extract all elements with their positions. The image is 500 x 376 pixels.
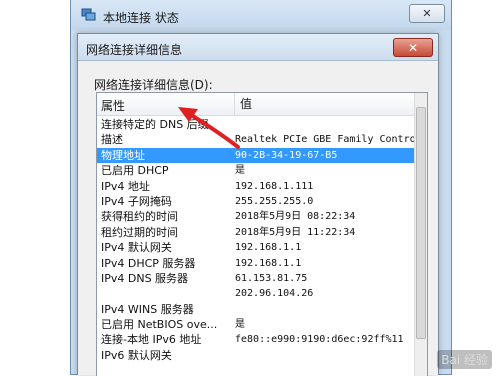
row-property: 连接-本地 IPv6 地址 (101, 333, 202, 347)
dialog-close-button[interactable]: ✕ (393, 38, 433, 57)
row-value: 192.168.1.111 (235, 180, 314, 192)
row-value: fe80::e990:9190:d6ec:92ff%11 (235, 334, 404, 346)
list-row[interactable]: IPv4 WINS 服务器 (97, 302, 415, 317)
row-property: 已启用 DHCP (101, 164, 169, 178)
row-value: 202.96.104.26 (235, 288, 314, 300)
row-property: IPv4 子网掩码 (101, 194, 172, 208)
row-property: 已启用 NetBIOS ove... (101, 318, 218, 332)
network-details-dialog: 网络连接详细信息 ✕ 网络连接详细信息(D): 属性 值 连接特定的 DNS 后… (77, 33, 439, 376)
row-property: IPv4 DNS 服务器 (101, 271, 189, 285)
outer-window-title: 本地连接 状态 (103, 11, 179, 25)
list-row[interactable]: 202.96.104.26 (97, 286, 415, 301)
network-connection-icon (81, 8, 96, 21)
list-row[interactable]: IPv4 地址 192.168.1.111 (97, 179, 415, 194)
list-row[interactable]: 连接特定的 DNS 后缀 (97, 117, 415, 132)
row-property: IPv4 默认网关 (101, 241, 172, 255)
close-icon: ✕ (407, 40, 419, 55)
annotation-arrow-icon (178, 107, 240, 149)
row-value: 192.168.1.1 (235, 242, 302, 254)
row-value: 2018年5月9日 11:22:34 (235, 226, 356, 238)
list-row[interactable]: IPv4 默认网关 192.168.1.1 (97, 240, 415, 255)
row-property: 物理地址 (101, 148, 145, 162)
row-value: 61.153.81.75 (235, 272, 308, 284)
outer-close-button[interactable]: ✕ (409, 4, 445, 23)
dialog-title-bar[interactable]: 网络连接详细信息 ✕ (78, 34, 438, 61)
details-rows: 连接特定的 DNS 后缀 描述 Realtek PCIe GBE Family Co… (97, 117, 416, 363)
row-property: IPv6 默认网关 (101, 348, 172, 362)
row-value: 90-2B-34-19-67-B5 (235, 149, 338, 161)
scrollbar-thumb[interactable] (416, 107, 426, 339)
details-list-label: 网络连接详细信息(D): (94, 78, 213, 92)
watermark: Bai 经验 (437, 350, 492, 369)
list-row[interactable]: 租约过期的时间 2018年5月9日 11:22:34 (97, 225, 415, 240)
list-row[interactable]: 描述 Realtek PCIe GBE Family Contro (97, 132, 416, 147)
row-value: 255.255.255.0 (235, 195, 314, 207)
list-row[interactable]: 物理地址 90-2B-34-19-67-B5 (97, 147, 415, 164)
list-row[interactable]: 已启用 DHCP 是 (97, 163, 415, 178)
row-property: 获得租约的时间 (101, 210, 178, 224)
outer-title-bar[interactable]: 本地连接 状态 ✕ (71, 0, 451, 30)
list-row[interactable]: IPv4 子网掩码 255.255.255.0 (97, 194, 415, 209)
list-row[interactable]: IPv6 默认网关 (97, 348, 415, 363)
row-value: 2018年5月9日 08:22:34 (235, 211, 356, 223)
details-listview[interactable]: 属性 值 连接特定的 DNS 后缀 描述 Realtek PCIe GBE Fami… (96, 92, 428, 376)
list-row[interactable]: 已启用 NetBIOS ove... 是 (97, 317, 415, 332)
vertical-scrollbar[interactable] (414, 93, 427, 376)
close-icon: ✕ (422, 7, 432, 20)
list-row[interactable]: IPv4 DNS 服务器 61.153.81.75 (97, 271, 415, 286)
row-value: Realtek PCIe GBE Family Contro (235, 134, 416, 146)
list-row[interactable]: 获得租约的时间 2018年5月9日 08:22:34 (97, 209, 415, 224)
row-property: IPv4 地址 (101, 179, 150, 193)
row-property: 描述 (101, 133, 123, 147)
row-property: IPv4 DHCP 服务器 (101, 256, 196, 270)
row-property: IPv4 WINS 服务器 (101, 302, 194, 316)
dialog-title: 网络连接详细信息 (86, 43, 183, 57)
list-row[interactable]: 连接-本地 IPv6 地址 fe80::e990:9190:d6ec:92ff%1… (97, 332, 415, 347)
row-value: 是 (235, 165, 245, 177)
row-value: 是 (235, 319, 245, 331)
row-property: 租约过期的时间 (101, 225, 178, 239)
list-row[interactable]: IPv4 DHCP 服务器 192.168.1.1 (97, 256, 415, 271)
row-value: 192.168.1.1 (235, 257, 302, 269)
column-header-property[interactable]: 属性 (101, 97, 125, 114)
list-header: 属性 值 (97, 93, 415, 116)
